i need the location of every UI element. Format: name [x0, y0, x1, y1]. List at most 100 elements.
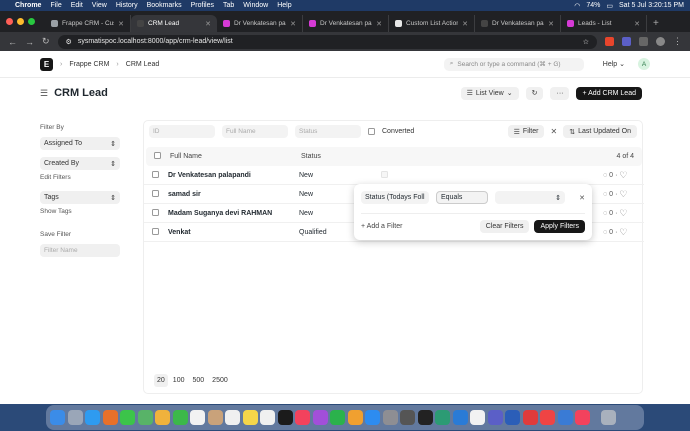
add-a-filter-button[interactable]: + Add a Filter [361, 223, 402, 230]
dock-wps-icon[interactable] [522, 410, 538, 425]
filter-field-select[interactable]: Status (Todays Foll [361, 191, 429, 204]
dock-chrome-icon[interactable] [470, 410, 485, 425]
dock-calendar-icon[interactable] [190, 410, 205, 425]
breadcrumb-crm-lead[interactable]: CRM Lead [126, 61, 159, 68]
filter-name-input[interactable]: Filter Name [40, 244, 120, 257]
sort-order-icon[interactable]: ⇅ [569, 128, 575, 136]
menu-tab[interactable]: Tab [223, 2, 234, 9]
browser-tab[interactable]: Dr Venkatesan pa ✕ [475, 15, 561, 32]
menu-edit[interactable]: Edit [71, 2, 83, 9]
page-length-2500-button[interactable]: 2500 [209, 374, 231, 387]
dock-safari-icon[interactable] [85, 410, 100, 425]
forward-icon[interactable]: → [25, 37, 34, 47]
bookmark-star-icon[interactable]: ☆ [583, 38, 589, 46]
dock-trash-icon[interactable] [600, 410, 616, 425]
created-by-select[interactable]: Created By ⇕ [40, 157, 120, 170]
dock-launchpad-icon[interactable] [67, 410, 83, 425]
dock-finder-icon[interactable] [50, 410, 65, 425]
new-tab-button[interactable]: + [647, 15, 665, 32]
tab-close-icon[interactable]: ✕ [290, 20, 296, 28]
like-heart-icon[interactable]: ♡ [619, 208, 627, 219]
page-length-500-button[interactable]: 500 [189, 374, 207, 387]
tags-select[interactable]: Tags ⇕ [40, 191, 120, 204]
menu-file[interactable]: File [50, 2, 61, 9]
extension-icon[interactable] [622, 37, 631, 46]
breadcrumb-frappe-crm[interactable]: Frappe CRM [69, 61, 109, 68]
dock-podcasts-icon[interactable] [312, 410, 328, 425]
menu-app-name[interactable]: Chrome [15, 2, 41, 9]
edit-filters-link[interactable]: Edit Filters [40, 174, 122, 181]
row-checkbox[interactable] [152, 189, 159, 197]
extension-icon[interactable] [605, 37, 614, 46]
assigned-to-select[interactable]: Assigned To ⇕ [40, 137, 120, 150]
dock-pages-icon[interactable] [347, 410, 363, 425]
browser-tab[interactable]: Frappe CRM - Cus ✕ [45, 15, 131, 32]
dock-word-icon[interactable] [505, 410, 520, 425]
refresh-button[interactable]: ↻ [525, 86, 544, 100]
id-filter-input[interactable]: ID [149, 125, 215, 138]
back-icon[interactable]: ← [8, 37, 17, 47]
zoom-window-button[interactable] [28, 18, 35, 25]
dock-maps-icon[interactable] [137, 410, 153, 425]
close-window-button[interactable] [6, 18, 13, 25]
dock-messages-icon[interactable] [120, 410, 135, 425]
remove-filter-x-icon[interactable]: ✕ [579, 194, 585, 202]
page-length-100-button[interactable]: 100 [170, 374, 188, 387]
status-filter-input[interactable]: Status [295, 125, 361, 138]
list-view-button[interactable]: ☰ List View ⌄ [460, 86, 519, 100]
dock-teams-icon[interactable] [487, 410, 503, 425]
table-row[interactable]: Dr Venkatesan palapandi New ◌ 0 · ♡ [144, 166, 644, 185]
tab-close-icon[interactable]: ✕ [118, 20, 124, 28]
help-dropdown[interactable]: Help ⌄ [603, 60, 625, 68]
dock-itunes-icon[interactable] [575, 410, 590, 425]
dock-tv-icon[interactable] [277, 410, 293, 425]
browser-tab[interactable]: CRM Lead ✕ [131, 15, 217, 32]
filter-value-select[interactable]: ⇕ [495, 191, 565, 204]
menu-profiles[interactable]: Profiles [191, 2, 214, 9]
dock-notes-icon[interactable] [242, 410, 258, 425]
lead-full-name[interactable]: Dr Venkatesan palapandi [168, 172, 299, 179]
show-tags-link[interactable]: Show Tags [40, 208, 122, 215]
tab-close-icon[interactable]: ✕ [462, 20, 468, 28]
dock-vscode-icon[interactable] [452, 410, 468, 425]
dock-freeform-icon[interactable] [260, 410, 275, 425]
clock[interactable]: Sat 5 Jul 3:20:15 PM [619, 2, 684, 9]
dock-numbers-icon[interactable] [330, 410, 345, 425]
extension-puzzle-icon[interactable] [639, 37, 648, 46]
row-checkbox[interactable] [152, 227, 159, 235]
awesome-bar[interactable]: ⌕ Search or type a command (⌘ + G) [443, 57, 584, 71]
like-heart-icon[interactable]: ♡ [619, 170, 627, 181]
dock-anydesk-icon[interactable] [540, 410, 555, 425]
browser-tab[interactable]: Leads - List ✕ [561, 15, 647, 32]
browser-tab[interactable]: Dr Venkatesan pa ✕ [303, 15, 389, 32]
profile-icon[interactable] [656, 37, 665, 46]
wifi-icon[interactable]: ◠ [574, 2, 580, 10]
lead-full-name[interactable]: Venkat [168, 229, 299, 236]
dock-appstore-icon[interactable] [365, 410, 380, 425]
menu-history[interactable]: History [116, 2, 138, 9]
menu-button[interactable]: ··· [550, 86, 570, 100]
dock-reminders-icon[interactable] [225, 410, 240, 425]
lead-full-name[interactable]: Madam Suganya devi RAHMAN [168, 210, 299, 217]
tab-close-icon[interactable]: ✕ [376, 20, 382, 28]
clear-filter-x-icon[interactable]: ✕ [550, 127, 557, 136]
dock-facetime-icon[interactable] [172, 410, 188, 425]
like-heart-icon[interactable]: ♡ [619, 227, 627, 238]
dock-music-icon[interactable] [295, 410, 310, 425]
menu-window[interactable]: Window [243, 2, 268, 9]
site-info-icon[interactable]: ⚙ [66, 38, 72, 46]
apply-filters-button[interactable]: Apply Filters [534, 220, 585, 233]
page-length-20-button[interactable]: 20 [154, 374, 168, 387]
browser-tab[interactable]: Dr Venkatesan pa ✕ [217, 15, 303, 32]
clear-filters-button[interactable]: Clear Filters [479, 220, 530, 233]
chrome-menu-icon[interactable]: ⋮ [673, 36, 682, 47]
menu-bookmarks[interactable]: Bookmarks [147, 2, 182, 9]
converted-filter-checkbox[interactable] [368, 128, 375, 135]
like-heart-icon[interactable]: ♡ [619, 189, 627, 200]
filter-button[interactable]: ☰ Filter [507, 125, 545, 138]
app-logo[interactable]: E [40, 57, 53, 71]
reload-icon[interactable]: ↻ [42, 36, 50, 47]
lead-full-name[interactable]: samad sir [168, 191, 299, 198]
filter-condition-select[interactable]: Equals [436, 191, 488, 204]
row-checkbox[interactable] [152, 208, 159, 216]
